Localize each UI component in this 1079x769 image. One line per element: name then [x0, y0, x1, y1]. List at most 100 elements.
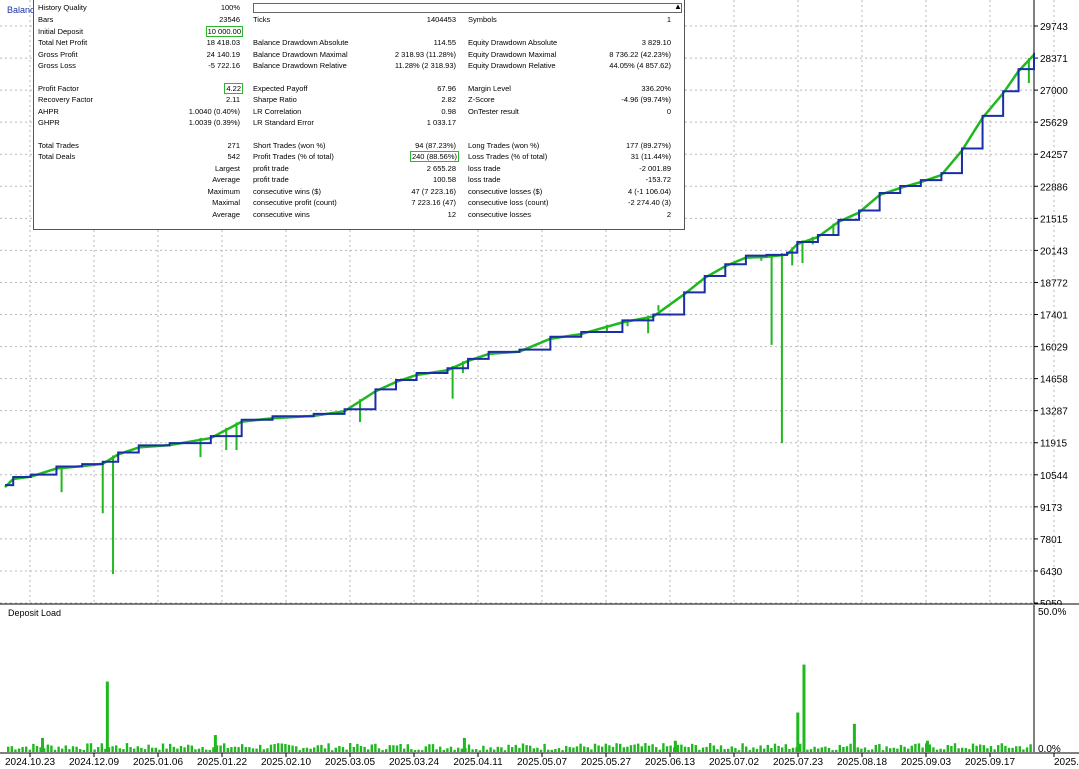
deposit-load-bar — [255, 748, 258, 752]
stat-value: 23546 — [219, 15, 240, 24]
stat-value: 24 140.19 — [206, 50, 240, 59]
stat-label: Balance Drawdown Relative — [253, 61, 347, 70]
report-row: Total Net Profit 18 418.03 Balance Drawdow… — [34, 37, 684, 48]
deposit-load-bar — [338, 746, 341, 752]
deposit-load-bar — [536, 747, 539, 752]
x-tick-label: 2025.07.23 — [773, 757, 823, 768]
deposit-load-bar — [57, 746, 60, 752]
x-tick-label: 2025.05.07 — [517, 757, 567, 768]
stat-label: consecutive loss (count) — [468, 198, 549, 208]
deposit-load-spike — [213, 735, 217, 752]
trade-stat-row: Maximum consecutive wins ($) 47 (7 223.16)… — [34, 186, 684, 197]
stat-value: 2 318.93 (11.28%) — [394, 50, 456, 59]
report-row: GHPR 1.0039 (0.39%) LR Standard Error 1 033… — [34, 117, 684, 128]
deposit-load-bar — [345, 749, 348, 752]
deposit-load-bar — [446, 748, 449, 752]
stat-label: Bars — [38, 15, 54, 24]
deposit-load-bar — [658, 749, 661, 752]
deposit-load-bar — [435, 749, 438, 752]
deposit-load-spike — [673, 740, 677, 752]
deposit-load-bar — [377, 748, 381, 752]
deposit-load-bar — [115, 745, 118, 752]
deposit-load-bar — [651, 744, 654, 752]
deposit-load-bar — [845, 746, 849, 752]
deposit-load-bar — [799, 743, 802, 752]
deposit-load-bar — [248, 747, 251, 752]
stat-label: Initial Deposit — [38, 27, 84, 36]
deposit-load-bar — [712, 745, 715, 752]
stat-label: Balance Drawdown Absolute — [253, 38, 349, 47]
deposit-load-bar — [183, 747, 186, 752]
stat-value: 2.82 — [441, 95, 456, 104]
stat-label: Loss Trades (% of total) — [468, 152, 548, 161]
stat-value: 2 655.28 — [426, 164, 456, 173]
deposit-load-bar — [752, 747, 755, 752]
deposit-load-bar — [770, 748, 773, 752]
deposit-load-bar — [543, 743, 546, 752]
stat-label: consecutive wins — [253, 209, 310, 219]
stat-value: 67.96 — [437, 84, 456, 93]
deposit-load-bar — [781, 747, 784, 752]
deposit-load-bar — [867, 750, 870, 752]
deposit-load-bar — [640, 746, 643, 752]
deposit-load-bar — [741, 743, 744, 752]
stat-label: Sharpe Ratio — [253, 95, 297, 104]
deposit-load-bar — [680, 744, 683, 752]
deposit-load-bar — [431, 744, 435, 752]
deposit-load-bar — [701, 747, 705, 752]
deposit-load-bar — [262, 749, 265, 752]
deposit-load-bar — [392, 745, 395, 752]
deposit-load-bar — [53, 749, 57, 752]
deposit-load-bar — [871, 749, 874, 752]
deposit-load-bar — [669, 745, 672, 752]
history-quality-bar — [253, 3, 682, 13]
deposit-load-bar — [439, 746, 442, 752]
deposit-load-bar — [788, 749, 791, 752]
stat-label: Short Trades (won %) — [253, 141, 326, 150]
stat-value: 542 — [227, 152, 240, 161]
deposit-load-bar — [860, 748, 863, 752]
deposit-load-spike — [41, 737, 45, 752]
x-tick-label: 2025.06.13 — [645, 757, 695, 768]
deposit-load-bar — [158, 749, 161, 752]
stat-value: 1404453 — [426, 15, 456, 24]
deposit-load-bar — [917, 743, 921, 752]
deposit-load-bar — [968, 749, 971, 752]
deposit-load-bar — [615, 743, 618, 752]
deposit-load-bar — [593, 743, 597, 752]
deposit-load-bar — [932, 747, 935, 752]
stat-value: 336.20% — [641, 84, 671, 93]
stat-value: 18 418.03 — [206, 38, 240, 47]
scroll-up-icon[interactable]: ▲ — [674, 1, 682, 12]
deposit-load-bar — [97, 747, 100, 752]
deposit-load-bar — [892, 747, 895, 752]
deposit-load-bar — [341, 747, 345, 752]
x-tick-label: 2024.12.09 — [69, 757, 119, 768]
stat-label: Total Net Profit — [38, 38, 88, 47]
deposit-load-bar — [525, 745, 528, 752]
deposit-load-bar — [61, 748, 64, 752]
stat-value: -4.96 (99.74%) — [621, 95, 671, 104]
deposit-load-bar — [493, 749, 496, 752]
deposit-load-bar — [197, 748, 201, 752]
stat-value: 94 (87.23%) — [415, 141, 456, 150]
deposit-load-bar — [25, 746, 28, 752]
deposit-load-bar — [831, 750, 834, 752]
deposit-load-bar — [140, 747, 143, 752]
deposit-load-bar — [971, 743, 975, 752]
stat-label: Recovery Factor — [38, 95, 94, 104]
deposit-load-bar — [644, 743, 647, 752]
deposit-load-bar — [1004, 745, 1007, 752]
deposit-load-bar — [122, 749, 125, 752]
stat-value: 7 223.16 (47) — [411, 198, 456, 208]
stat-label: Symbols — [468, 15, 497, 24]
report-row: Gross Loss -5 722.16 Balance Drawdown Rela… — [34, 60, 684, 71]
deposit-load-bar — [979, 744, 982, 752]
deposit-load-bar — [503, 750, 507, 752]
stat-label: AHPR — [38, 107, 59, 116]
deposit-load-bar — [849, 743, 852, 752]
deposit-load-bar — [982, 745, 985, 752]
deposit-load-bar — [842, 746, 845, 752]
stat-value: 240 (88.56%) — [409, 151, 459, 162]
deposit-load-bar — [1011, 747, 1014, 752]
